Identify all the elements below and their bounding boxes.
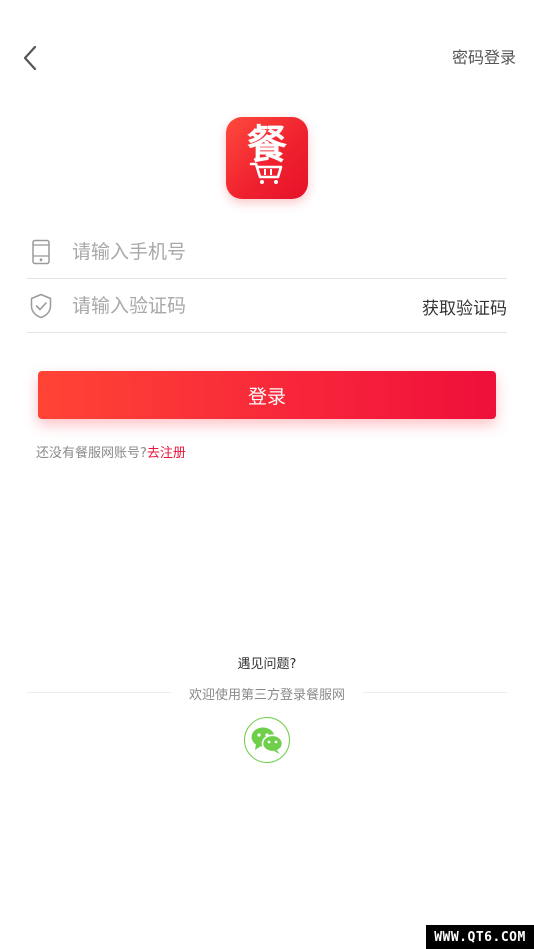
app-logo: 餐 [226, 117, 308, 199]
problem-row: 遇见问题? [0, 653, 534, 672]
code-row: 获取验证码 [27, 280, 507, 333]
cart-icon [249, 162, 283, 184]
phone-input[interactable] [72, 236, 402, 268]
back-button[interactable] [14, 40, 46, 76]
login-button[interactable]: 登录 [38, 371, 496, 419]
phone-icon [32, 239, 50, 265]
register-prompt: 还没有餐服网账号? [36, 446, 147, 461]
register-link[interactable]: 去注册 [147, 446, 186, 461]
password-login-link[interactable]: 密码登录 [452, 44, 516, 68]
chevron-left-icon [23, 45, 37, 71]
get-code-button[interactable]: 获取验证码 [422, 294, 507, 319]
problem-link[interactable]: 遇见问题? [238, 657, 297, 672]
third-party-label: 欢迎使用第三方登录餐服网 [188, 688, 345, 703]
wechat-login-button[interactable] [244, 717, 290, 763]
shield-check-icon [30, 293, 52, 319]
phone-row [27, 226, 507, 279]
code-input[interactable] [72, 290, 402, 322]
wechat-icon [251, 727, 284, 754]
watermark: WWW.QT6.COM [426, 925, 534, 949]
register-line: 还没有餐服网账号?去注册 [36, 442, 186, 461]
